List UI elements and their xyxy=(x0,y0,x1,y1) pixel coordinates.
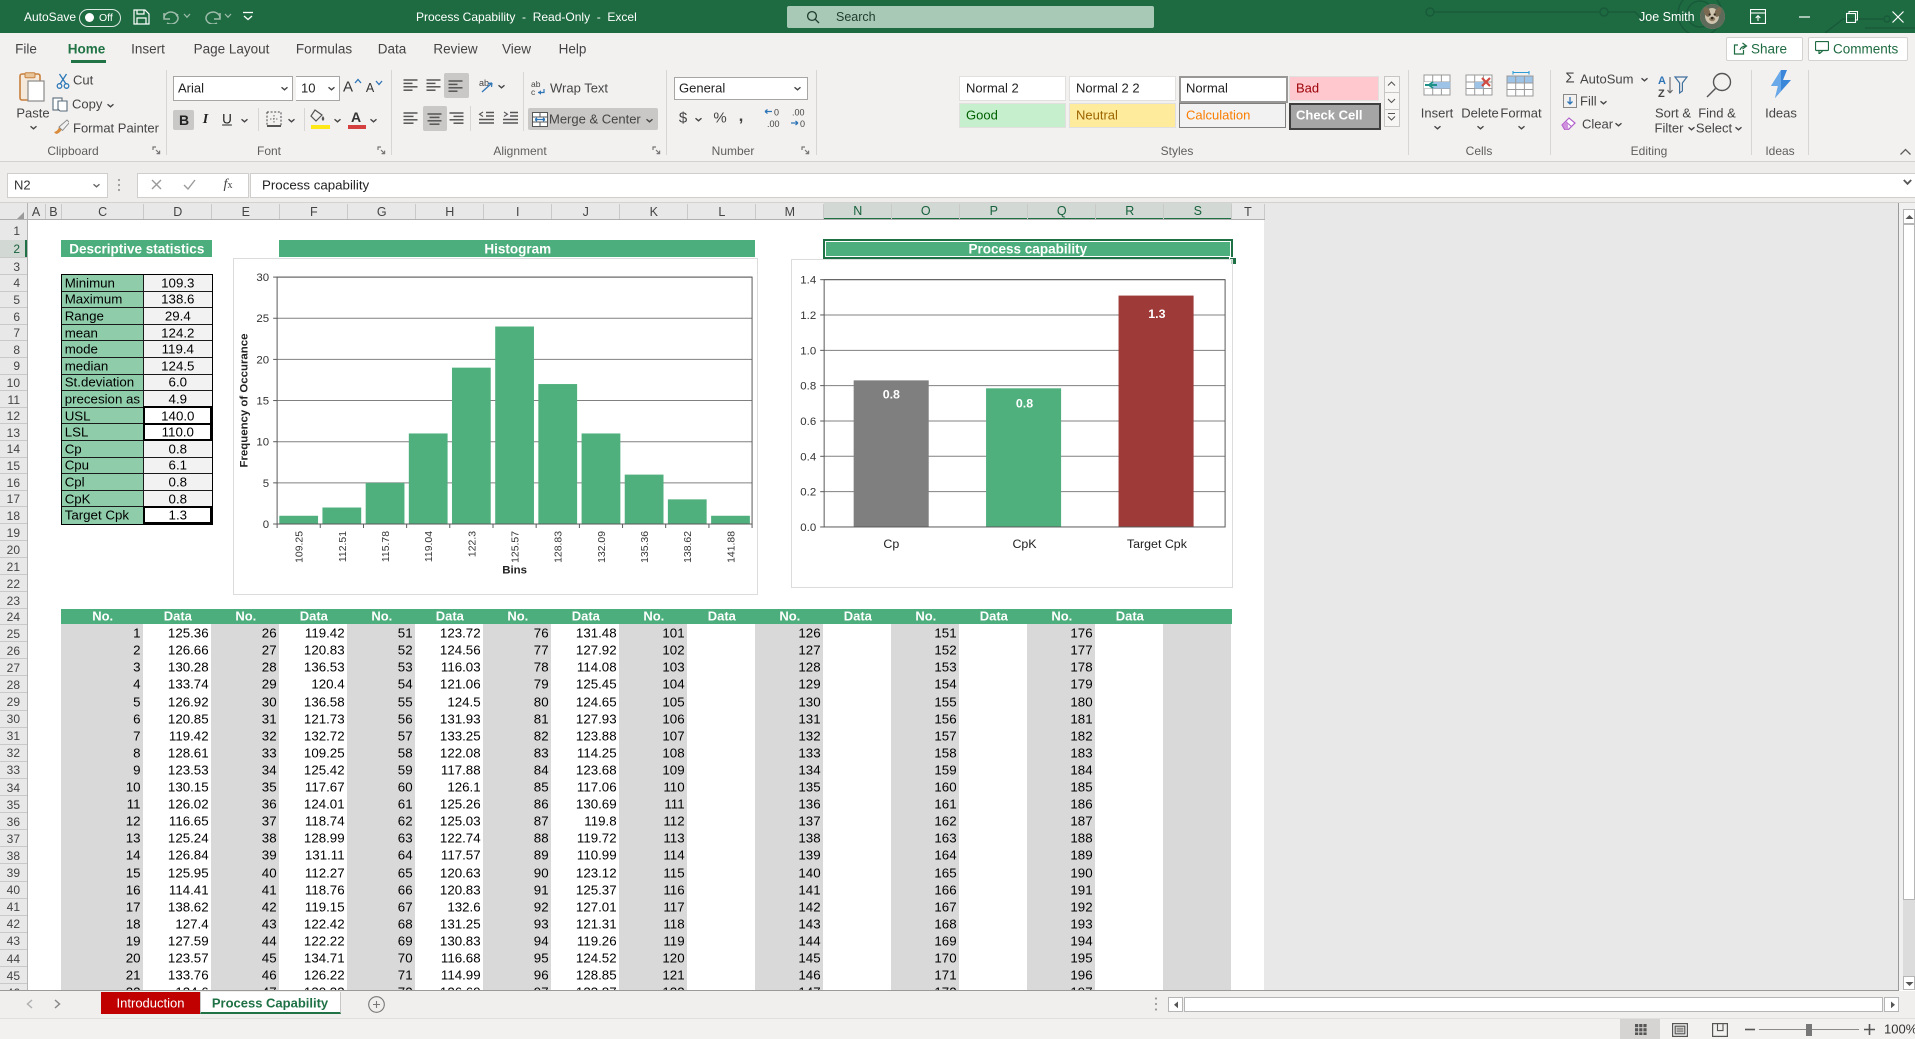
svg-text:.00: .00 xyxy=(767,119,780,129)
svg-text:141.88: 141.88 xyxy=(726,531,737,563)
svg-text:0.0: 0.0 xyxy=(800,522,816,534)
svg-text:10: 10 xyxy=(256,437,269,449)
svg-text:0.8: 0.8 xyxy=(1016,396,1033,410)
svg-text:112.51: 112.51 xyxy=(338,531,349,562)
svg-text:128.83: 128.83 xyxy=(554,531,565,563)
svg-text:25: 25 xyxy=(256,313,269,325)
svg-text:0.4: 0.4 xyxy=(800,451,817,463)
svg-text:15: 15 xyxy=(256,396,269,408)
svg-text:Target Cpk: Target Cpk xyxy=(1127,537,1188,551)
svg-text:CpK: CpK xyxy=(1012,537,1037,551)
svg-text:0.2: 0.2 xyxy=(800,487,816,499)
svg-text:1.4: 1.4 xyxy=(800,275,817,287)
svg-text:1.3: 1.3 xyxy=(1148,307,1165,321)
svg-text:Z: Z xyxy=(1658,88,1665,99)
svg-text:1.2: 1.2 xyxy=(800,310,816,322)
svg-text:5: 5 xyxy=(263,478,269,490)
svg-text:20: 20 xyxy=(256,354,269,366)
svg-text:30: 30 xyxy=(256,272,269,284)
svg-text:0: 0 xyxy=(800,119,805,129)
svg-text:122.3: 122.3 xyxy=(467,531,478,557)
svg-text:A: A xyxy=(1658,75,1666,87)
svg-text:125.57: 125.57 xyxy=(511,531,522,563)
svg-text:Frequency of Occurance: Frequency of Occurance xyxy=(238,334,250,468)
svg-text:0.6: 0.6 xyxy=(800,416,816,428)
svg-text:Cp: Cp xyxy=(883,537,899,551)
svg-text:.00: .00 xyxy=(792,108,805,118)
svg-text:0: 0 xyxy=(774,108,779,118)
svg-text:Bins: Bins xyxy=(502,565,527,577)
svg-text:135.36: 135.36 xyxy=(640,531,651,563)
svg-text:115.78: 115.78 xyxy=(381,531,392,562)
svg-text:138.62: 138.62 xyxy=(683,531,694,563)
svg-text:132.09: 132.09 xyxy=(597,531,608,563)
svg-text:0: 0 xyxy=(263,519,269,531)
svg-text:0.8: 0.8 xyxy=(800,381,816,393)
svg-text:1.0: 1.0 xyxy=(800,345,816,357)
svg-text:109.25: 109.25 xyxy=(295,531,306,563)
svg-text:119.04: 119.04 xyxy=(424,531,435,562)
svg-text:0.8: 0.8 xyxy=(883,388,900,402)
